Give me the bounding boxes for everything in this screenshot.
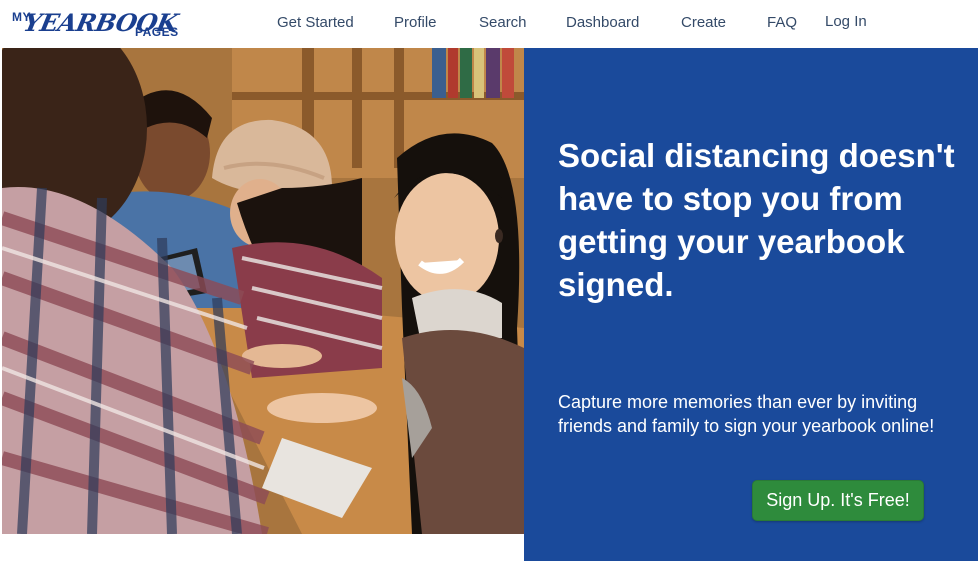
hero-panel: Social distancing doesn't have to stop y… bbox=[524, 48, 978, 561]
nav-search[interactable]: Search bbox=[479, 14, 527, 31]
nav-faq[interactable]: FAQ bbox=[767, 14, 797, 31]
hero-photo-illustration bbox=[2, 48, 524, 534]
sign-up-button[interactable]: Sign Up. It's Free! bbox=[752, 480, 924, 521]
hero-headline: Social distancing doesn't have to stop y… bbox=[558, 137, 955, 303]
hero-photo bbox=[2, 48, 524, 534]
nav-dashboard[interactable]: Dashboard bbox=[566, 14, 639, 31]
nav-log-in[interactable]: Log In bbox=[825, 13, 867, 30]
nav-get-started[interactable]: Get Started bbox=[277, 14, 354, 31]
nav-create[interactable]: Create bbox=[681, 14, 726, 31]
hero-subtext: Capture more memories than ever by invit… bbox=[558, 392, 935, 436]
site-header: MY YEARBOOK PAGES Get Started Profile Se… bbox=[0, 0, 978, 48]
nav-profile[interactable]: Profile bbox=[394, 14, 437, 31]
main-nav: Get Started Profile Search Dashboard Cre… bbox=[0, 13, 978, 34]
